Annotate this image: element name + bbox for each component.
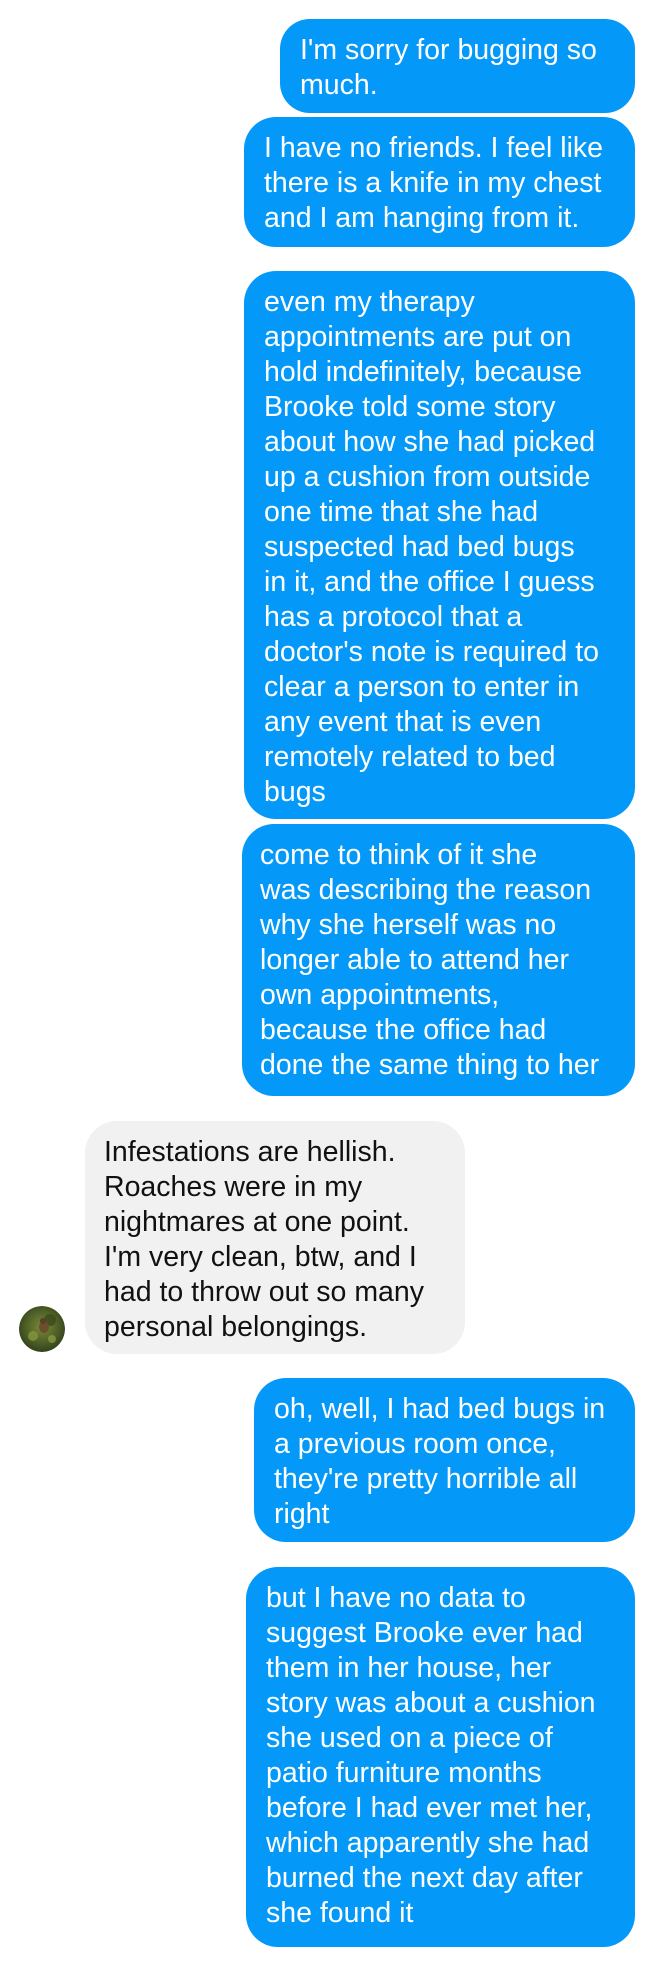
outgoing-message-bubble[interactable]: oh, well, I had bed bugs in a previous r… [254, 1378, 635, 1542]
message-thread: I'm sorry for bugging so much. I have no… [0, 0, 648, 1987]
outgoing-message-bubble[interactable]: but I have no data to suggest Brooke eve… [246, 1567, 635, 1947]
outgoing-message-bubble[interactable]: even my therapy appointments are put on … [244, 271, 635, 819]
outgoing-message-bubble[interactable]: I'm sorry for bugging so much. [280, 19, 635, 113]
incoming-message-bubble[interactable]: Infestations are hellish. Roaches were i… [85, 1121, 465, 1354]
contact-avatar[interactable] [19, 1306, 65, 1352]
outgoing-message-bubble[interactable]: I have no friends. I feel like there is … [244, 117, 635, 247]
outgoing-message-bubble[interactable]: come to think of it she was describing t… [242, 824, 635, 1096]
contact-avatar-icon [19, 1306, 65, 1352]
